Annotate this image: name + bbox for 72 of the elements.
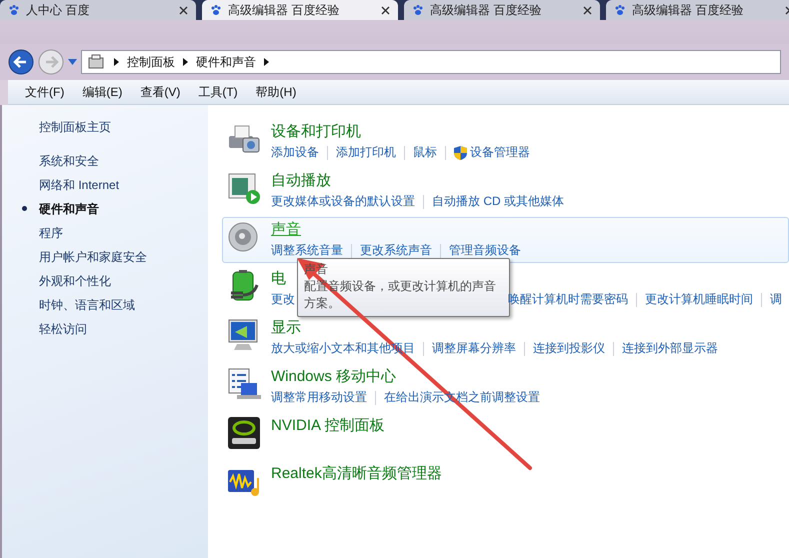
menu-item[interactable]: 帮助(H) (246, 84, 306, 100)
category-title[interactable]: Realtek高清晰音频管理器 (271, 464, 442, 483)
control-panel-icon (88, 54, 106, 70)
category-title[interactable]: 显示 (271, 318, 301, 337)
tab-title: 高级编辑器 百度经验 (430, 2, 542, 18)
category-title[interactable]: NVIDIA 控制面板 (271, 416, 384, 435)
task-link[interactable]: 添加打印机 (336, 144, 396, 161)
media-window-icon (227, 171, 261, 205)
browser-tab[interactable]: 高级编辑器 百度经验 (606, 0, 789, 20)
chevron-icon[interactable] (264, 58, 269, 66)
breadcrumb-item[interactable]: 硬件和声音 (196, 54, 256, 70)
task-link[interactable]: 调 (770, 291, 782, 308)
laptop-checklist-icon (227, 367, 261, 401)
breadcrumb-item[interactable]: 控制面板 (127, 54, 175, 70)
category-title[interactable]: 自动播放 (271, 171, 331, 190)
sidebar-item[interactable]: 用户帐户和家庭安全 (39, 249, 147, 266)
menu-item[interactable]: 工具(T) (189, 84, 247, 100)
close-icon[interactable] (583, 6, 592, 14)
browser-tab[interactable]: 高级编辑器 百度经验 (404, 0, 600, 20)
graphics-card-icon (227, 416, 261, 450)
task-link[interactable]: 连接到投影仪 (533, 340, 605, 357)
sidebar-link[interactable]: 控制面板主页 (39, 119, 111, 136)
task-link[interactable]: 更改媒体或设备的默认设置 (271, 193, 415, 210)
sidebar-item[interactable]: 硬件和声音 (39, 201, 99, 218)
menu-item[interactable]: 查看(V) (131, 84, 190, 100)
category-title[interactable]: 设备和打印机 (271, 122, 361, 141)
category-title[interactable]: Windows 移动中心 (271, 367, 396, 386)
sidebar-item[interactable]: 网络和 Internet (39, 177, 120, 194)
sidebar-item[interactable]: 外观和个性化 (39, 273, 111, 290)
close-icon[interactable] (381, 6, 390, 14)
shield-icon (454, 146, 467, 160)
tab-title: 高级编辑器 百度经验 (632, 2, 744, 18)
paw-icon (614, 4, 626, 16)
category-title[interactable]: 声音 (271, 220, 301, 239)
chevron-icon[interactable] (183, 58, 188, 66)
category-row[interactable]: Realtek高清晰音频管理器 (222, 461, 789, 506)
task-link[interactable]: 添加设备 (271, 144, 319, 161)
task-link[interactable]: 更改系统声音 (360, 242, 432, 259)
task-link[interactable]: 更改 (271, 291, 295, 308)
task-link[interactable]: 调整系统音量 (271, 242, 343, 259)
dropdown-icon[interactable] (68, 59, 77, 65)
paw-icon (412, 4, 424, 16)
chevron-icon[interactable] (114, 58, 119, 66)
bullet-icon (22, 206, 27, 211)
task-link[interactable]: 鼠标 (413, 144, 437, 161)
sidebar-item[interactable]: 轻松访问 (39, 321, 87, 338)
browser-tab[interactable]: 人中心 百度 (0, 0, 196, 20)
menu-item[interactable]: 文件(F) (16, 84, 74, 100)
close-icon[interactable] (179, 6, 188, 14)
category-row[interactable]: NVIDIA 控制面板 (222, 413, 789, 458)
category-row[interactable]: 设备和打印机 添加设备 添加打印机 鼠标 设备管理器 (222, 119, 789, 165)
paw-icon (8, 4, 20, 16)
menu-item[interactable]: 编辑(E) (73, 84, 132, 100)
category-row[interactable]: 自动播放 更改媒体或设备的默认设置 自动播放 CD 或其他媒体 (222, 168, 789, 214)
task-link[interactable]: 调整屏幕分辨率 (432, 340, 516, 357)
task-link[interactable]: 设备管理器 (454, 144, 530, 161)
tab-title: 高级编辑器 百度经验 (228, 2, 340, 18)
task-link[interactable]: 自动播放 CD 或其他媒体 (432, 193, 564, 210)
category-row[interactable]: 声音 调整系统音量 更改系统声音 管理音频设备 (222, 217, 789, 263)
back-icon[interactable] (8, 49, 34, 75)
category-title[interactable]: 电 (271, 269, 286, 288)
sidebar-item[interactable]: 时钟、语言和区域 (39, 297, 135, 314)
task-link[interactable]: 调整常用移动设置 (271, 389, 367, 406)
sidebar-item[interactable]: 系统和安全 (39, 153, 99, 170)
task-link[interactable]: 更改计算机睡眠时间 (645, 291, 753, 308)
address-bar[interactable]: 控制面板 硬件和声音 (81, 50, 781, 74)
tab-title: 人中心 百度 (26, 2, 90, 18)
browser-tab[interactable]: 高级编辑器 百度经验 (202, 0, 398, 20)
task-link[interactable]: 管理音频设备 (449, 242, 521, 259)
sidebar-item[interactable]: 程序 (39, 225, 63, 242)
paw-icon (210, 4, 222, 16)
task-link[interactable]: 连接到外部显示器 (622, 340, 718, 357)
